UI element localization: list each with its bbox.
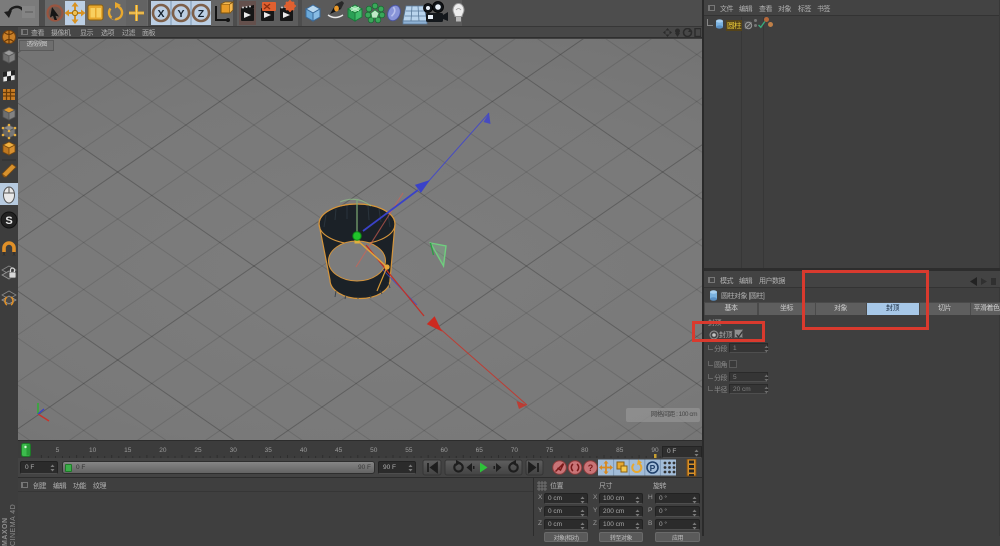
svg-text:15: 15 bbox=[124, 447, 132, 454]
svg-text:5: 5 bbox=[56, 447, 60, 454]
svg-text:45: 45 bbox=[335, 447, 343, 454]
svg-text:50: 50 bbox=[370, 447, 378, 454]
svg-text:?: ? bbox=[588, 463, 594, 473]
svg-text:55: 55 bbox=[405, 447, 413, 454]
svg-text:Y: Y bbox=[177, 8, 184, 20]
svg-text:75: 75 bbox=[546, 447, 554, 454]
svg-text:30: 30 bbox=[230, 447, 238, 454]
svg-text:X: X bbox=[157, 8, 164, 20]
svg-text:25: 25 bbox=[194, 447, 202, 454]
svg-text:35: 35 bbox=[265, 447, 273, 454]
svg-text:10: 10 bbox=[89, 447, 97, 454]
svg-text:90: 90 bbox=[651, 447, 659, 454]
svg-text:S: S bbox=[5, 215, 12, 227]
svg-text:70: 70 bbox=[511, 447, 519, 454]
svg-text:20: 20 bbox=[159, 447, 167, 454]
svg-text:40: 40 bbox=[300, 447, 308, 454]
svg-text:85: 85 bbox=[616, 447, 624, 454]
svg-text:Z: Z bbox=[198, 8, 205, 20]
svg-text:80: 80 bbox=[581, 447, 589, 454]
svg-text:P: P bbox=[650, 463, 656, 473]
svg-text:65: 65 bbox=[476, 447, 484, 454]
svg-text:60: 60 bbox=[440, 447, 448, 454]
